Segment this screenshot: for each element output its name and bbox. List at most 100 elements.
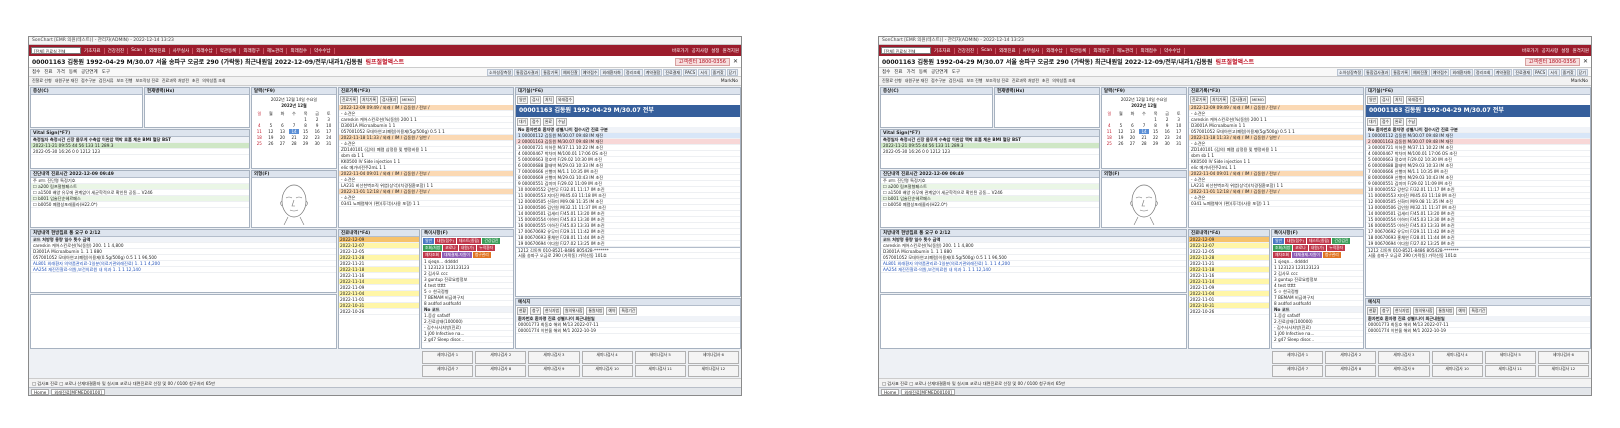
close-icon[interactable]: ✕ (1583, 58, 1588, 65)
menu-item[interactable]: 동록 (919, 69, 927, 75)
wait-status-tab[interactable]: 접수 (530, 118, 541, 126)
top-menu-item[interactable]: 약관등록 (220, 47, 241, 54)
calendar-day[interactable]: 11 (1104, 129, 1115, 134)
visit-history-tab[interactable]: 현식자법 (543, 307, 561, 315)
toolbar-button[interactable]: 예외진찰 (560, 68, 580, 76)
menu-item[interactable]: 도구 (102, 69, 110, 75)
category-chip[interactable]: 건강검진 (482, 238, 501, 244)
calendar-day[interactable]: 23 (312, 135, 323, 140)
toolbar-button[interactable]: 소아성장측정 (487, 68, 514, 76)
dept-select[interactable]: [전체] 진료실 전체 (31, 47, 81, 54)
calendar-day[interactable]: 4 (1104, 123, 1115, 128)
toolbar-button[interactable]: PACS (683, 68, 698, 76)
calendar-day[interactable] (277, 117, 288, 122)
records-tab[interactable]: MEMO (399, 96, 416, 104)
bottom-tab[interactable]: Home (881, 388, 900, 395)
menu-item[interactable]: 가격 (57, 69, 65, 75)
category-chip[interactable]: 누적환자 (477, 245, 496, 251)
calendar-day[interactable] (289, 117, 300, 122)
calendar-day[interactable]: 27 (1127, 141, 1138, 146)
calendar-day[interactable]: 19 (1116, 135, 1127, 140)
visit-history-tab[interactable]: 특정기간 (1469, 307, 1488, 315)
top-menu-item[interactable]: 사무실사 (1023, 47, 1044, 54)
records-tab[interactable]: 검사결과 (379, 96, 398, 104)
calendar-day[interactable]: 14 (288, 129, 300, 134)
toolbar-button[interactable]: 즐겨찾 (1560, 68, 1576, 76)
quick-exam-button[interactable]: 세미나검사 2 (1325, 351, 1377, 364)
records-tab[interactable]: 처치기록 (359, 96, 378, 104)
calendar-day[interactable]: 8 (1150, 123, 1161, 128)
calendar-day[interactable]: 6 (277, 123, 288, 128)
toolbar-button[interactable]: PACS (1533, 68, 1548, 76)
menu-item[interactable]: 접수 (32, 69, 40, 75)
toolbar-button[interactable]: 계약결함 (1493, 68, 1513, 76)
top-right-link[interactable]: 공지사항 (1542, 48, 1559, 54)
calendar-day[interactable]: 26 (266, 141, 277, 146)
bottom-tab[interactable]: Home (31, 388, 50, 395)
calendar-day[interactable] (1139, 117, 1150, 122)
calendar-day[interactable]: 4 (254, 123, 265, 128)
quick-exam-button[interactable]: 세미나검사 12 (1537, 364, 1589, 377)
calendar-day[interactable] (1116, 117, 1127, 122)
visit-history-tab[interactable]: 현황 (517, 307, 528, 315)
visit-history-row[interactable]: 00001774 이한울 해외 M/1 2022-10-19 (516, 328, 740, 334)
calendar-day[interactable]: 29 (300, 141, 311, 146)
top-menu-item[interactable]: 헤노관리 (267, 47, 288, 54)
quick-exam-button[interactable]: 세미나검사 9 (528, 364, 580, 377)
category-chip[interactable]: 일반 (1273, 238, 1284, 244)
support-phone[interactable]: 고객센터 1800-0356 (1524, 57, 1580, 66)
calendar-day[interactable]: 6 (1127, 123, 1138, 128)
category-chip[interactable]: 건강검진 (1332, 238, 1351, 244)
visit-history-tab[interactable]: 예약 (1456, 307, 1468, 315)
toolbar-button[interactable]: 계약결함 (643, 68, 663, 76)
calendar-day[interactable]: 21 (289, 135, 300, 140)
calendar-day[interactable] (1104, 117, 1115, 122)
category-chip[interactable]: 코로나 (1293, 245, 1308, 251)
quick-exam-button[interactable]: 세미나검사 6 (1537, 351, 1589, 364)
top-right-link[interactable]: 바로가기 (672, 48, 689, 54)
quick-exam-button[interactable]: 세미나검사 11 (634, 364, 686, 377)
toolbar-button[interactable]: 서식 (698, 68, 710, 76)
bottom-tab[interactable]: 외래진료[MFMED00100] (901, 388, 955, 395)
top-menu-item[interactable]: 외래진료 (999, 47, 1020, 54)
waiting-tab[interactable]: 일반 (517, 96, 528, 104)
calendar-day[interactable]: 16 (1162, 129, 1173, 134)
top-menu-item[interactable]: 외래청구 (1093, 47, 1114, 54)
visit-date-row[interactable]: 2022-10-26 (1189, 309, 1269, 315)
top-right-link[interactable]: 원격지원 (1572, 48, 1589, 54)
waiting-tab[interactable]: 검사 (1380, 96, 1391, 104)
calendar-day[interactable]: 7 (289, 123, 300, 128)
calendar-day[interactable] (1127, 117, 1138, 122)
calendar-day[interactable]: 29 (1150, 141, 1161, 146)
calendar-day[interactable]: 24 (1173, 135, 1184, 140)
calendar-day[interactable]: 1 (1150, 117, 1161, 122)
support-phone[interactable]: 고객센터 1800-0356 (674, 57, 730, 66)
calendar-day[interactable]: 9 (1162, 123, 1173, 128)
quick-exam-button[interactable]: 세미나검사 8 (475, 364, 527, 377)
calendar-day[interactable]: 26 (1116, 141, 1127, 146)
menu-item[interactable]: 동록 (69, 69, 77, 75)
quick-exam-button[interactable]: 세미나검사 4 (1431, 351, 1483, 364)
category-chip[interactable]: 내원(접수) (1285, 238, 1306, 244)
records-tab[interactable]: 진료기록 (340, 96, 358, 104)
calendar-day[interactable]: 2 (1162, 117, 1173, 122)
calendar-day[interactable]: 13 (1127, 129, 1138, 134)
toolbar-button[interactable]: 닫기 (1576, 68, 1588, 76)
category-chip[interactable]: 내원(가) (1308, 245, 1327, 251)
toolbar-button[interactable]: 즐겨찾 (710, 68, 726, 76)
menu-item[interactable]: 공단연계 (931, 69, 948, 75)
quick-exam-button[interactable]: 세미나검사 1 (1272, 351, 1324, 364)
calendar-day[interactable]: 30 (312, 141, 323, 146)
category-chip[interactable]: 테스트(종합) (1306, 238, 1332, 244)
toolbar-button[interactable]: 외래환자화 (600, 68, 623, 76)
wait-status-tab[interactable]: 완료 (1393, 118, 1404, 126)
visit-history-tab[interactable]: 청구 (530, 307, 541, 315)
toolbar-button[interactable]: 닫기 (726, 68, 738, 76)
toolbar-button[interactable]: 외래환자화 (1450, 68, 1473, 76)
top-right-link[interactable]: 설정 (1561, 48, 1569, 54)
waiting-tab[interactable]: 일반 (1367, 96, 1378, 104)
top-right-link[interactable]: 바로가기 (1522, 48, 1539, 54)
vital-row[interactable]: 2022-05-30 16:26 0 0 1212 123 (881, 149, 1099, 155)
menu-item[interactable]: 진료 (894, 69, 902, 75)
wait-status-tab[interactable]: 수납 (556, 118, 567, 126)
